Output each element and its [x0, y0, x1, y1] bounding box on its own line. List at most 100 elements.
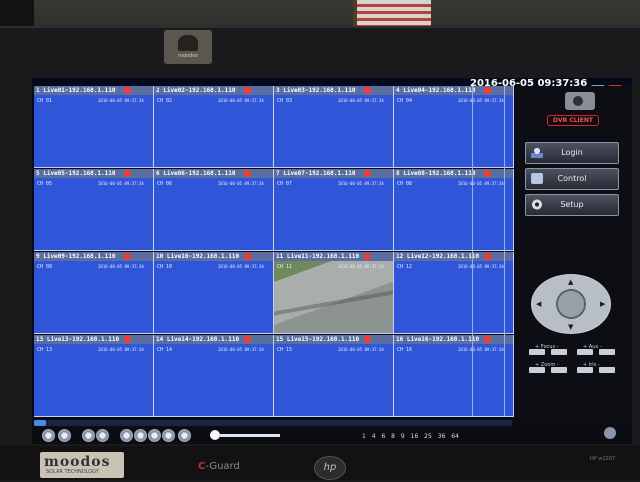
camera-datetime: 2016-06-05 09:37:34	[458, 347, 504, 352]
camera-title: 2 Live02-192.168.1.110	[154, 86, 273, 95]
focus-aux-row: + Focus - + Aux -	[527, 344, 619, 356]
camera-title: 6 Live06-192.168.1.110	[154, 169, 273, 178]
camera-title: 5 Live05-192.168.1.110	[34, 169, 153, 178]
fullscreen-icon[interactable]	[178, 429, 191, 442]
camera-datetime: 2016-06-05 09:37:34	[338, 181, 384, 186]
ptz-up-arrow[interactable]: ▲	[568, 278, 573, 286]
iris-minus-button[interactable]	[599, 367, 615, 373]
record-indicator-icon	[244, 336, 251, 343]
control-label: Control	[557, 174, 587, 183]
focus-plus-button[interactable]	[529, 349, 545, 355]
camera-datetime: 2016-06-05 09:37:34	[338, 347, 384, 352]
channel-label: CH 16	[397, 347, 413, 353]
progress-track[interactable]	[34, 420, 512, 426]
camera-title: 14 Live14-192.168.1.110	[154, 335, 273, 344]
record-indicator-icon	[124, 87, 131, 94]
moodos-sub: SOLAR TECHNOLOGY	[46, 469, 99, 475]
camera-tile[interactable]: 9 Live09-192.168.1.110 CH 09 2016-06-05 09…	[34, 252, 154, 334]
camera-tile[interactable]: 11 Live11-192.168.1.110 CH 11 2016-06-05 0…	[274, 252, 394, 334]
hp-logo: hp	[314, 456, 346, 480]
dvr-client-screen: 2016-06-05 09:37:36 1 Live01-192.168.1.1…	[32, 78, 632, 444]
channel-label: CH 10	[157, 264, 173, 270]
record-indicator-icon	[124, 253, 131, 260]
top-brand-badge: moodos	[164, 30, 212, 64]
camera-tile[interactable]: 5 Live05-192.168.1.110 CH 05 2016-06-05 09…	[34, 169, 154, 251]
channel-label: CH 08	[397, 181, 413, 187]
layout-4-icon[interactable]	[96, 429, 109, 442]
camera-title: 10 Live10-192.168.1.110	[154, 252, 273, 261]
layout-selector[interactable]: 1 4 6 8 9 16 25 36 64	[362, 433, 459, 440]
prev-icon[interactable]	[42, 429, 55, 442]
camera-tile[interactable]: 15 Live15-192.168.1.110 CH 15 2016-06-05 0…	[274, 335, 394, 417]
camera-tile[interactable]: 4 Live04-192.168.1.110 CH 04 2016-06-05 09…	[394, 86, 514, 168]
record-indicator-icon	[364, 336, 371, 343]
camera-tile[interactable]: 6 Live06-192.168.1.110 CH 06 2016-06-05 09…	[154, 169, 274, 251]
aux-minus-button[interactable]	[599, 349, 615, 355]
login-button[interactable]: Login	[525, 142, 619, 164]
camera-datetime: 2016-06-05 09:37:34	[218, 181, 264, 186]
camera-datetime: 2016-06-05 09:37:34	[458, 98, 504, 103]
cguard-text: -Guard	[205, 461, 240, 472]
channel-label: CH 05	[37, 181, 53, 187]
camera-title: 11 Live11-192.168.1.110	[274, 252, 393, 261]
audio-icon[interactable]	[148, 429, 161, 442]
camera-tile[interactable]: 13 Live13-192.168.1.110 CH 13 2016-06-05 0…	[34, 335, 154, 417]
camera-tile[interactable]: 12 Live12-192.168.1.110 CH 12 2016-06-05 0…	[394, 252, 514, 334]
ptz-joystick-icon[interactable]: ▲ ▼ ◀ ▶	[531, 274, 611, 334]
channel-label: CH 06	[157, 181, 173, 187]
camera-title: 1 Live01-192.168.1.110	[34, 86, 153, 95]
ptz-right-arrow[interactable]: ▶	[600, 300, 605, 308]
ptz-down-arrow[interactable]: ▼	[568, 323, 573, 331]
camera-tile[interactable]: 8 Live08-192.168.1.110 CH 08 2016-06-05 09…	[394, 169, 514, 251]
camera-tile[interactable]: 3 Live03-192.168.1.110 CH 03 2016-06-05 09…	[274, 86, 394, 168]
setup-button[interactable]: Setup	[525, 194, 619, 216]
settings-round-icon[interactable]	[604, 427, 616, 439]
playback-toolbar: 1 4 6 8 9 16 25 36 64	[32, 419, 632, 444]
record-indicator-icon	[244, 170, 251, 177]
camera-datetime: 2016-06-05 09:37:34	[458, 181, 504, 186]
record-indicator-icon	[244, 253, 251, 260]
camera-datetime: 2016-06-05 09:37:34	[338, 98, 384, 103]
record-indicator-icon	[364, 87, 371, 94]
camera-grid: 1 Live01-192.168.1.110 CH 01 2016-06-05 09…	[34, 86, 514, 417]
control-button[interactable]: Control	[525, 168, 619, 190]
channel-label: CH 09	[37, 264, 53, 270]
snapshot-icon[interactable]	[134, 429, 147, 442]
camera-title: 13 Live13-192.168.1.110	[34, 335, 153, 344]
record-indicator-icon	[484, 253, 491, 260]
camera-title: 4 Live04-192.168.1.110	[394, 86, 513, 95]
moodos-brand: moodos	[44, 454, 111, 470]
focus-minus-button[interactable]	[551, 349, 567, 355]
camera-tile[interactable]: 1 Live01-192.168.1.110 CH 01 2016-06-05 09…	[34, 86, 154, 168]
zoom-minus-button[interactable]	[551, 367, 567, 373]
rewind-icon[interactable]	[58, 429, 71, 442]
camera-tile[interactable]: 16 Live16-192.168.1.110 CH 16 2016-06-05 0…	[394, 335, 514, 417]
record-indicator-icon	[244, 87, 251, 94]
camera-datetime: 2016-06-05 09:37:34	[98, 347, 144, 352]
camera-tile[interactable]: 7 Live07-192.168.1.110 CH 07 2016-06-05 09…	[274, 169, 394, 251]
layout-1-icon[interactable]	[82, 429, 95, 442]
camera-tile[interactable]: 14 Live14-192.168.1.110 CH 14 2016-06-05 0…	[154, 335, 274, 417]
talk-icon[interactable]	[162, 429, 175, 442]
camera-datetime: 2016-06-05 09:37:34	[218, 347, 264, 352]
dvr-client-badge: DVR CLIENT	[547, 115, 599, 126]
record-indicator-icon	[484, 87, 491, 94]
login-label: Login	[561, 148, 583, 157]
volume-slider-thumb[interactable]	[210, 430, 220, 440]
iris-plus-button[interactable]	[577, 367, 593, 373]
camera-tile[interactable]: 2 Live02-192.168.1.110 CH 02 2016-06-05 09…	[154, 86, 274, 168]
camera-tile[interactable]: 10 Live10-192.168.1.110 CH 10 2016-06-05 0…	[154, 252, 274, 334]
aux-plus-button[interactable]	[577, 349, 593, 355]
zoom-plus-button[interactable]	[529, 367, 545, 373]
camera-title: 16 Live16-192.168.1.110	[394, 335, 513, 344]
ptz-left-arrow[interactable]: ◀	[536, 300, 541, 308]
progress-fill	[34, 420, 46, 426]
volume-slider[interactable]	[220, 434, 280, 437]
camera-datetime: 2016-06-05 09:37:34	[218, 98, 264, 103]
camera-title: 7 Live07-192.168.1.110	[274, 169, 393, 178]
record-icon[interactable]	[120, 429, 133, 442]
record-indicator-icon	[364, 253, 371, 260]
grid-divider	[472, 86, 473, 416]
monitor-model: HP w2207	[590, 456, 616, 462]
camera-datetime: 2016-06-05 09:37:34	[458, 264, 504, 269]
